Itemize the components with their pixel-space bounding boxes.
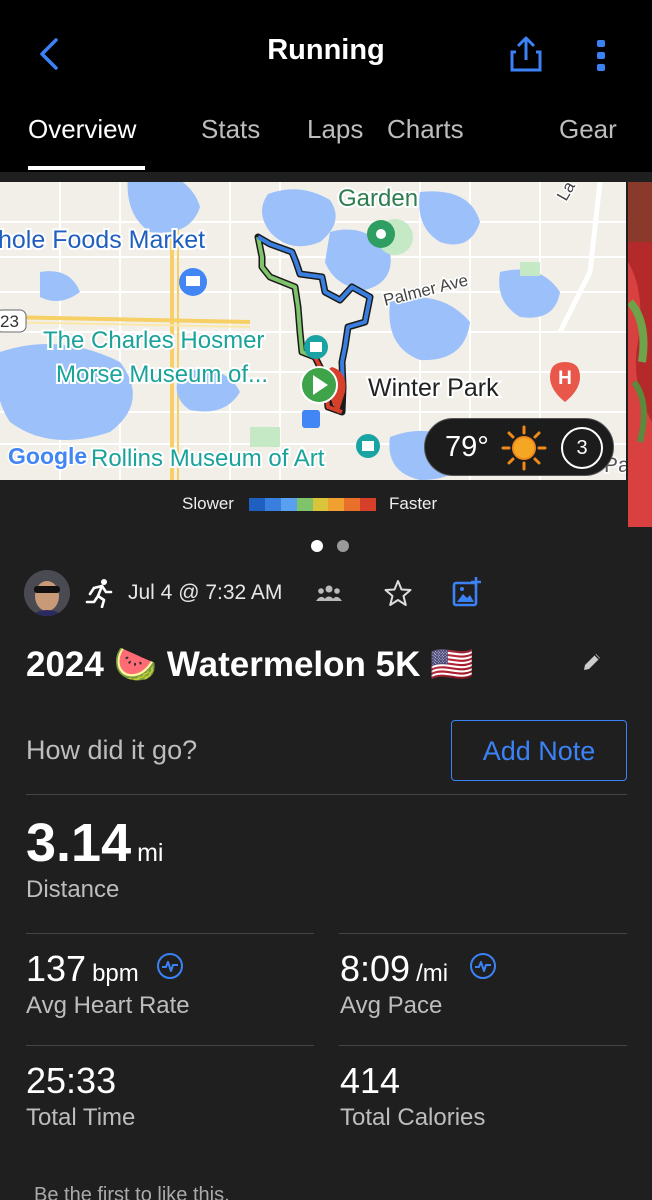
heart-rate-label: Avg Heart Rate <box>26 992 190 1019</box>
map-label-whole-foods: hole Foods Market <box>0 226 205 254</box>
distance-label: Distance <box>26 876 120 903</box>
active-tab-indicator <box>28 166 145 170</box>
map-label-museum-line1: The Charles Hosmer <box>43 327 264 354</box>
activity-date: Jul 4 @ 7:32 AM <box>128 581 283 604</box>
pace-value: 8:09/mi <box>340 948 449 989</box>
divider <box>26 933 314 934</box>
total-time-label: Total Time <box>26 1104 136 1131</box>
tab-laps[interactable]: Laps <box>307 114 363 145</box>
tab-bar: Overview Stats Laps Charts Gear <box>0 108 652 172</box>
heart-rate-value: 137 bpm <box>26 948 139 989</box>
tab-overview[interactable]: Overview <box>28 114 136 145</box>
more-vertical-icon[interactable] <box>590 38 612 72</box>
carousel-indicator <box>0 538 652 554</box>
activity-photo-preview[interactable] <box>628 182 652 527</box>
divider <box>339 1045 627 1046</box>
heart-rate-info-icon[interactable] <box>156 952 184 980</box>
share-icon[interactable] <box>508 34 544 74</box>
legend-slower-label: Slower <box>182 494 234 513</box>
map-label-rollins: Rollins Museum of Art <box>91 445 325 472</box>
google-logo: Google <box>8 443 87 469</box>
avatar[interactable] <box>24 570 70 616</box>
add-photo-icon[interactable] <box>452 577 482 607</box>
edit-pencil-icon[interactable] <box>580 650 604 674</box>
pace-info-icon[interactable] <box>469 952 497 980</box>
total-calories-value: 414 <box>340 1060 401 1101</box>
sun-icon <box>501 425 547 471</box>
note-prompt: How did it go? <box>26 735 198 765</box>
tab-stats[interactable]: Stats <box>201 114 260 145</box>
app-header: Running Overview Stats Laps Charts Gear <box>0 0 652 172</box>
total-time-value: 25:33 <box>26 1060 117 1101</box>
running-activity-icon <box>85 579 113 608</box>
map-label-la: La <box>553 182 579 204</box>
tab-charts[interactable]: Charts <box>387 114 464 145</box>
divider <box>26 794 627 795</box>
page-title: Running <box>267 34 385 66</box>
pace-legend: Slower Faster <box>0 490 626 518</box>
total-calories-label: Total Calories <box>340 1104 486 1131</box>
tab-gear[interactable]: Gear <box>559 114 617 145</box>
legend-faster-label: Faster <box>389 494 438 513</box>
divider <box>339 933 627 934</box>
pace-label: Avg Pace <box>340 992 443 1019</box>
temperature-value: 79° <box>445 431 489 463</box>
map-label-museum-line2: Morse Museum of... <box>56 361 268 388</box>
hospital-marker-letter: H <box>558 368 572 389</box>
carousel-dot-active[interactable] <box>311 540 323 552</box>
road-23-label: 23 <box>0 312 19 331</box>
distance-value: 3.14 mi <box>26 813 164 873</box>
carousel-dot[interactable] <box>337 540 349 552</box>
divider <box>26 1045 314 1046</box>
add-note-button[interactable]: Add Note <box>451 720 627 781</box>
map-label-winter-park: Winter Park <box>368 374 499 402</box>
star-icon[interactable] <box>384 579 412 607</box>
group-icon[interactable] <box>316 583 342 603</box>
activity-name: 2024 🍉 Watermelon 5K 🇺🇸 <box>26 645 474 684</box>
laps-count-badge: 3 <box>561 427 603 469</box>
map-label-garden: Garden <box>338 185 418 212</box>
pace-color-scale <box>249 498 376 511</box>
likes-prompt[interactable]: Be the first to like this. <box>34 1184 230 1200</box>
weather-badge: 79° 3 <box>424 418 614 476</box>
